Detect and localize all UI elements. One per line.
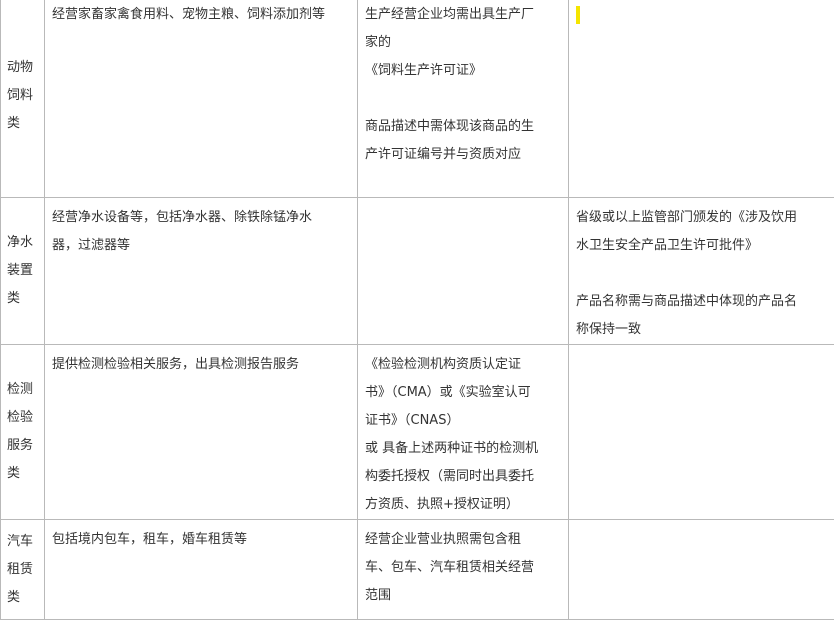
requirement-line: 车、包车、汽车租赁相关经营 [365, 554, 561, 582]
requirement-line: 书》（CMA）或《实验室认可 [365, 379, 561, 407]
category-cell: 净水 装置 类 [1, 198, 45, 345]
category-line: 类 [7, 285, 42, 313]
requirement-cell: 经营企业营业执照需包含租 车、包车、汽车租赁相关经营 范围 [358, 520, 569, 620]
requirement-cell: 《检验检测机构资质认定证 书》（CMA）或《实验室认可 证书》（CNAS） 或 … [358, 345, 569, 520]
requirement-line: 构委托授权（需同时出具委托 [365, 463, 561, 491]
scope-cell: 包括境内包车，租车，婚车租赁等 [45, 520, 358, 620]
scope-line: 经营净水设备等，包括净水器、除铁除锰净水 [52, 204, 350, 232]
category-line: 检测 [7, 376, 42, 404]
qualification-table: 动物 饲料 类 经营家畜家禽食用料、宠物主粮、饲料添加剂等 生产经营企业均需出具… [0, 0, 834, 620]
note-line: 省级或以上监管部门颁发的《涉及饮用 [576, 204, 827, 232]
requirement-line: 生产经营企业均需出具生产厂 [365, 1, 561, 29]
requirement-line: 或 具备上述两种证书的检测机 [365, 435, 561, 463]
text-cursor-highlight [576, 6, 580, 24]
requirement-line: 经营企业营业执照需包含租 [365, 526, 561, 554]
requirement-line: 证书》（CNAS） [365, 407, 561, 435]
category-cell: 动物 饲料 类 [1, 0, 45, 198]
scope-line: 包括境内包车，租车，婚车租赁等 [52, 526, 350, 554]
requirement-line: 家的 [365, 29, 561, 57]
note-line: 产品名称需与商品描述中体现的产品名 [576, 288, 827, 316]
requirement-line: 产许可证编号并与资质对应 [365, 141, 561, 169]
category-line: 类 [7, 460, 42, 488]
requirement-line: 商品描述中需体现该商品的生 [365, 113, 561, 141]
table-row: 检测 检验 服务 类 提供检测检验相关服务，出具检测报告服务 《检验检测机构资质… [1, 345, 834, 520]
requirement-line: 《饲料生产许可证》 [365, 57, 561, 85]
category-cell: 汽车 租赁 类 [1, 520, 45, 620]
category-line: 服务 [7, 432, 42, 460]
note-line: 称保持一致 [576, 316, 827, 344]
table-row: 汽车 租赁 类 包括境内包车，租车，婚车租赁等 经营企业营业执照需包含租 车、包… [1, 520, 834, 620]
note-cell[interactable] [569, 0, 834, 198]
scope-line: 提供检测检验相关服务，出具检测报告服务 [52, 351, 350, 379]
category-line: 装置 [7, 257, 42, 285]
category-line: 动物 [7, 54, 42, 82]
category-line: 租赁 [7, 556, 42, 584]
scope-cell: 提供检测检验相关服务，出具检测报告服务 [45, 345, 358, 520]
category-cell: 检测 检验 服务 类 [1, 345, 45, 520]
category-line: 净水 [7, 229, 42, 257]
note-line: 水卫生安全产品卫生许可批件》 [576, 232, 827, 260]
note-cell [569, 345, 834, 520]
requirement-line: 《检验检测机构资质认定证 [365, 351, 561, 379]
scope-cell: 经营家畜家禽食用料、宠物主粮、饲料添加剂等 [45, 0, 358, 198]
requirement-cell: 生产经营企业均需出具生产厂 家的 《饲料生产许可证》 商品描述中需体现该商品的生… [358, 0, 569, 198]
category-line: 饲料 [7, 82, 42, 110]
scope-cell: 经营净水设备等，包括净水器、除铁除锰净水 器，过滤器等 [45, 198, 358, 345]
note-cell [569, 520, 834, 620]
table-row: 动物 饲料 类 经营家畜家禽食用料、宠物主粮、饲料添加剂等 生产经营企业均需出具… [1, 0, 834, 198]
category-line: 类 [7, 110, 42, 138]
requirement-cell [358, 198, 569, 345]
scope-line: 经营家畜家禽食用料、宠物主粮、饲料添加剂等 [52, 1, 350, 29]
category-line: 类 [7, 584, 42, 612]
table-row: 净水 装置 类 经营净水设备等，包括净水器、除铁除锰净水 器，过滤器等 省级或以… [1, 198, 834, 345]
note-cell: 省级或以上监管部门颁发的《涉及饮用 水卫生安全产品卫生许可批件》 产品名称需与商… [569, 198, 834, 345]
requirement-line: 方资质、执照+授权证明） [365, 491, 561, 519]
category-line: 汽车 [7, 528, 42, 556]
category-line: 检验 [7, 404, 42, 432]
requirement-line: 范围 [365, 582, 561, 610]
scope-line: 器，过滤器等 [52, 232, 350, 260]
